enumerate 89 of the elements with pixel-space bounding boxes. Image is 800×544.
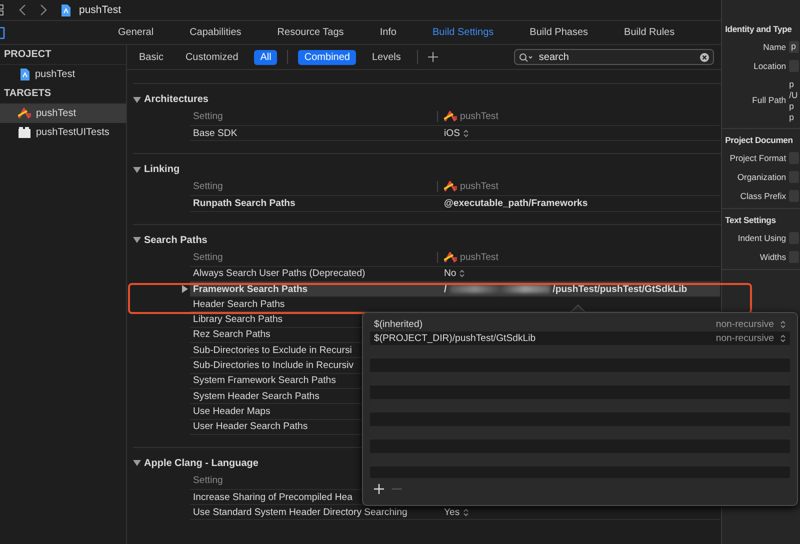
inspector-label: Location	[752, 61, 786, 71]
inspector-heading: Identity and Type	[724, 23, 793, 34]
setting-value[interactable]: iOS	[444, 128, 460, 139]
setting-name: System Header Search Paths	[192, 390, 320, 402]
app-target-icon	[444, 181, 457, 192]
tab[interactable]: Build Rules	[613, 27, 686, 38]
column-header: Setting	[192, 181, 223, 192]
app-target-icon	[18, 108, 31, 119]
project-file-icon	[20, 68, 30, 81]
sidebar-toggle-icon[interactable]	[0, 27, 5, 39]
section-title: Apple Clang - Language	[144, 458, 258, 469]
back-icon[interactable]	[19, 4, 27, 16]
disclosure-icon[interactable]	[133, 459, 141, 468]
inspector-heading: Text Settings	[724, 214, 777, 225]
tab[interactable]: Build Phases	[518, 27, 600, 38]
path-text: p	[789, 101, 795, 111]
setting-name: Rez Search Paths	[192, 329, 270, 340]
path-text: /U	[789, 90, 798, 100]
section-title: Architectures	[144, 94, 208, 105]
inspector-label: Organization	[736, 172, 786, 182]
path-text: p	[789, 112, 795, 122]
view-button[interactable]: Levels	[366, 50, 407, 64]
disclosure-icon[interactable]	[133, 96, 141, 104]
setting-name: Sub-Directories to Exclude in Recursi	[192, 344, 352, 356]
path-text: p	[789, 79, 795, 89]
add-icon[interactable]	[428, 52, 438, 62]
setting-name: Sub-Directories to Include in Recursiv	[192, 360, 354, 372]
setting-name: Header Search Paths	[192, 298, 285, 310]
app-target-icon	[444, 111, 457, 122]
setting-value[interactable]: Yes	[444, 506, 460, 518]
column-header: Setting	[192, 252, 223, 263]
path-row[interactable]: $(PROJECT_DIR)/pushTest/GtSdkLib non-recursive	[370, 332, 790, 345]
column-header: pushTest	[460, 181, 498, 192]
forward-icon[interactable]	[39, 4, 47, 16]
column-header: pushTest	[460, 111, 498, 122]
tab[interactable]: Build Settings	[422, 27, 505, 38]
text-field[interactable]: p	[789, 41, 800, 53]
setting-name: Increase Sharing of Precompiled Hea	[192, 492, 352, 502]
sidebar-item[interactable]: pushTest	[0, 65, 126, 84]
path-row[interactable]: $(inherited) non-recursive	[370, 318, 790, 332]
inspector-heading: Project Documen	[724, 134, 794, 145]
stepper-icon	[780, 320, 786, 330]
setting-value[interactable]: No	[444, 268, 456, 280]
tab[interactable]: Info	[368, 27, 408, 38]
column-header: Setting	[192, 474, 223, 486]
setting-value: /	[444, 284, 447, 295]
inspector-label: Name	[762, 42, 786, 52]
view-button[interactable]: Combined	[298, 50, 356, 64]
inspector-label: Indent Using	[736, 233, 786, 243]
setting-name: User Header Search Paths	[192, 421, 308, 432]
tab[interactable]: Resource Tags	[266, 27, 355, 38]
disclosure-icon[interactable]	[182, 284, 188, 293]
disclosure-icon[interactable]	[133, 236, 141, 244]
project-file-icon	[61, 4, 71, 16]
grid-icon[interactable]	[0, 4, 5, 16]
breadcrumb-title[interactable]: pushTest	[79, 4, 122, 16]
sidebar-item[interactable]: pushTestUITests	[0, 123, 126, 142]
sidebar-heading: PROJECT	[0, 45, 126, 65]
setting-value[interactable]: /pushTest/pushTest/GtSdkLib	[552, 284, 688, 295]
test-bundle-icon	[18, 127, 31, 138]
disclosure-icon[interactable]	[133, 166, 141, 174]
stepper-icon	[780, 334, 786, 343]
inspector-label: Project Format	[728, 153, 786, 163]
setting-name: Base SDK	[192, 128, 238, 139]
search-field[interactable]: search	[514, 49, 714, 65]
setting-value[interactable]: @executable_path/Frameworks	[444, 198, 588, 209]
app-target-icon	[444, 252, 457, 263]
tab[interactable]: General	[107, 27, 165, 38]
section-title: Search Paths	[144, 234, 208, 246]
inspector-label: Class Prefix	[739, 191, 786, 201]
setting-name: Runpath Search Paths	[192, 198, 296, 209]
setting-name: Always Search User Paths (Deprecated)	[192, 268, 366, 280]
setting-name: Use Header Maps	[192, 406, 270, 417]
filter-button[interactable]: Customized	[179, 50, 244, 64]
clear-icon[interactable]	[700, 53, 709, 62]
column-header: Setting	[192, 111, 223, 122]
section-title: Linking	[144, 164, 180, 176]
setting-name: Framework Search Paths	[192, 284, 308, 295]
setting-name: System Framework Search Paths	[192, 375, 336, 386]
tab[interactable]: Capabilities	[178, 27, 252, 38]
inspector-label: Full Path	[751, 95, 786, 105]
setting-name: Use Standard System Header Directory Searching	[192, 506, 408, 518]
column-header: pushTest	[460, 252, 498, 263]
setting-name: Library Search Paths	[192, 314, 283, 326]
search-icon	[518, 53, 533, 62]
filter-button[interactable]: Basic	[133, 50, 170, 64]
inspector-label: Widths	[758, 252, 786, 262]
sidebar-item[interactable]: pushTest	[0, 104, 126, 123]
filter-button[interactable]: All	[254, 50, 278, 64]
